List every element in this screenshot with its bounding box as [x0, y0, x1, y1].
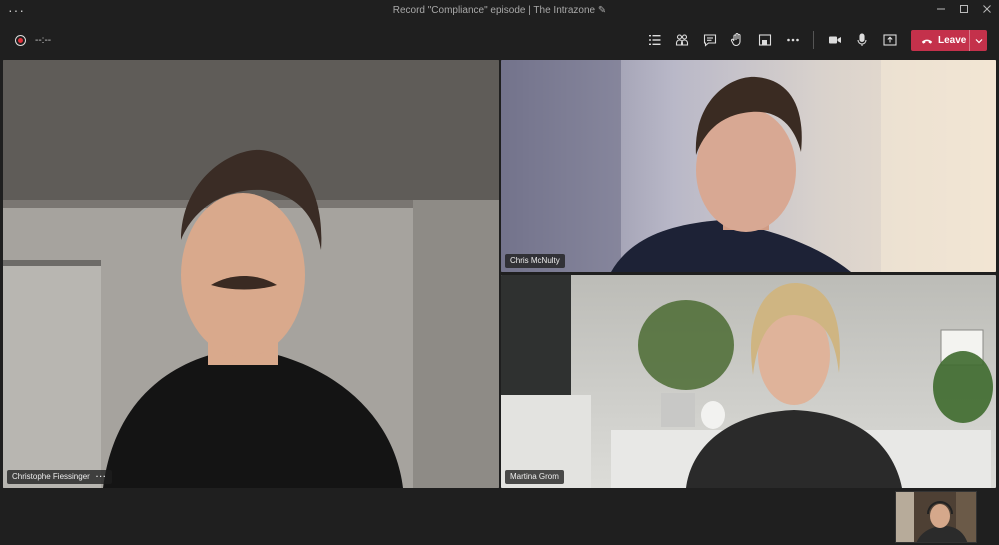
- video-tile-martina[interactable]: Martina Grom: [501, 275, 996, 488]
- camera-icon[interactable]: [825, 30, 845, 50]
- share-tray-icon[interactable]: [755, 30, 775, 50]
- participant-name: Chris McNulty: [510, 256, 560, 265]
- share-screen-icon[interactable]: [880, 30, 900, 50]
- participant-video: [501, 275, 993, 488]
- leave-label: Leave: [938, 35, 967, 46]
- self-video: [896, 492, 976, 542]
- self-view-video[interactable]: [895, 491, 977, 543]
- leave-button[interactable]: Leave: [911, 30, 987, 51]
- hang-up-icon: [921, 39, 933, 44]
- participants-icon[interactable]: [672, 30, 692, 50]
- microphone-icon[interactable]: [852, 30, 872, 50]
- more-actions-icon[interactable]: [783, 30, 803, 50]
- chat-icon[interactable]: [700, 30, 720, 50]
- video-tile-christophe[interactable]: Christophe Fiessinger ···: [3, 60, 499, 488]
- record-icon: [15, 35, 26, 46]
- participant-name-tag: Martina Grom: [505, 470, 564, 484]
- participant-more-options[interactable]: ···: [96, 470, 107, 484]
- maximize-icon[interactable]: [952, 3, 976, 19]
- video-tile-chris[interactable]: Chris McNulty: [501, 60, 996, 272]
- window-title: Record "Compliance" episode | The Intraz…: [392, 5, 607, 16]
- participant-name-tag: Christophe Fiessinger ···: [7, 470, 112, 484]
- participant-name-tag: Chris McNulty: [505, 254, 565, 268]
- meeting-toolbar: --:-- Leave: [0, 22, 999, 58]
- title-bar: ··· Record "Compliance" episode | The In…: [0, 0, 999, 22]
- chevron-down-icon[interactable]: [969, 30, 987, 51]
- minimize-icon[interactable]: [929, 3, 953, 19]
- participant-video: [501, 60, 996, 272]
- participant-video: [3, 60, 499, 488]
- meeting-timer: --:--: [35, 35, 52, 46]
- raise-hand-icon[interactable]: [727, 30, 747, 50]
- participant-name: Christophe Fiessinger: [12, 472, 90, 481]
- toolbar-divider: [813, 31, 814, 49]
- participant-name: Martina Grom: [510, 472, 559, 481]
- close-icon[interactable]: [975, 3, 999, 19]
- show-conversation-list-icon[interactable]: [645, 30, 665, 50]
